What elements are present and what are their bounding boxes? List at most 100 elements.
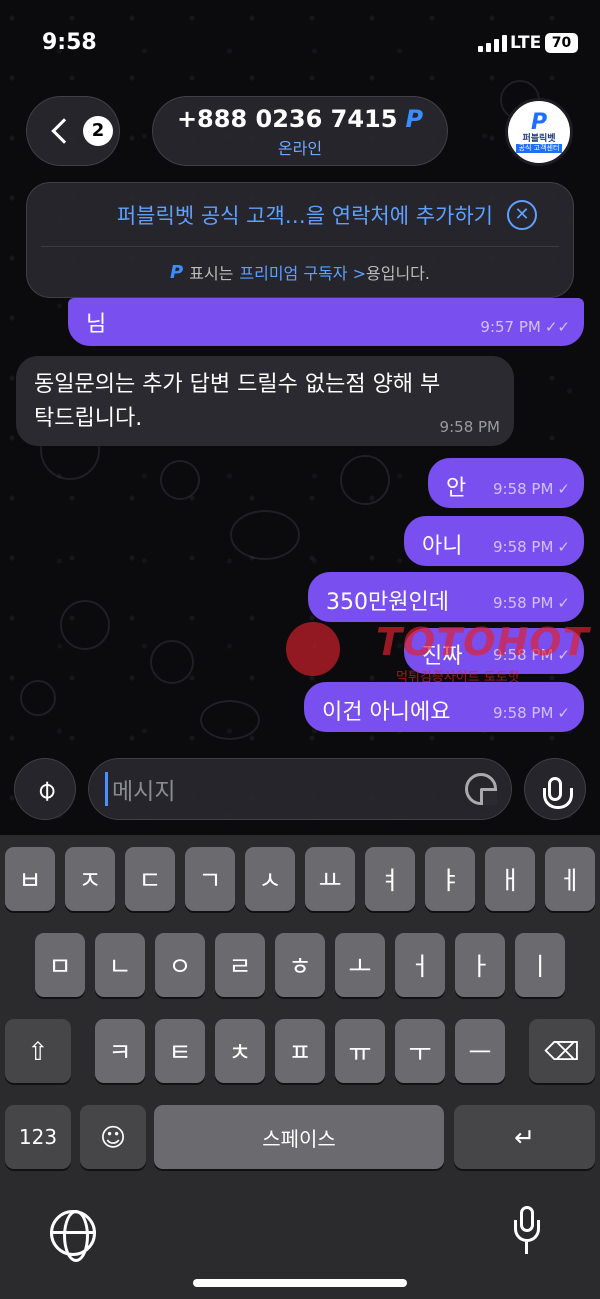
- key[interactable]: ㅅ: [245, 847, 295, 911]
- add-contact-banner: 퍼블릭벳 공식 고객…을 연락처에 추가하기 ✕ P 표시는 프리미엄 구독자 …: [26, 182, 574, 298]
- message-meta: 9:57 PM ✓✓: [480, 318, 570, 336]
- message-input[interactable]: 메시지: [88, 758, 512, 820]
- premium-note: P 표시는 프리미엄 구독자 > 용입니다.: [27, 247, 573, 297]
- key[interactable]: ㅇ: [155, 933, 205, 997]
- double-check-icon: ✓✓: [544, 318, 570, 336]
- message-time: 9:58 PM: [492, 538, 554, 556]
- dictation-microphone-icon[interactable]: [514, 1206, 540, 1258]
- message-text: 안: [446, 476, 467, 501]
- message-bubble[interactable]: 동일문의는 추가 답변 드릴수 없는점 양해 부 탁드립니다. 9:58 PM: [16, 356, 514, 446]
- check-icon: ✓: [557, 704, 570, 722]
- message-time: 9:58 PM: [492, 480, 554, 498]
- key[interactable]: ㅕ: [365, 847, 415, 911]
- message-time: 9:58 PM: [439, 418, 500, 436]
- delete-key[interactable]: ⌫: [529, 1019, 595, 1083]
- online-status: 온라인: [277, 139, 323, 158]
- return-key[interactable]: ↵: [454, 1105, 595, 1169]
- watermark-logo-icon: [286, 622, 340, 676]
- premium-badge-icon: P: [170, 261, 184, 283]
- numbers-key[interactable]: 123: [5, 1105, 71, 1169]
- key[interactable]: ㅈ: [65, 847, 115, 911]
- message-bubble[interactable]: 이건 아니에요 9:58 PM ✓: [304, 682, 584, 732]
- delete-icon: ⌫: [544, 1036, 580, 1066]
- key[interactable]: ㅠ: [335, 1019, 385, 1083]
- shift-key[interactable]: ⇧: [5, 1019, 71, 1083]
- check-icon: ✓: [557, 594, 570, 612]
- message-placeholder: 메시지: [112, 779, 176, 805]
- microphone-icon: [543, 777, 573, 809]
- message-time: 9:57 PM: [480, 318, 541, 336]
- emoji-key[interactable]: ☺: [80, 1105, 146, 1169]
- message-text: 동일문의는 추가 답변 드릴수 없는점 양해 부 탁드립니다.: [34, 368, 440, 436]
- globe-icon[interactable]: [50, 1210, 96, 1262]
- space-key[interactable]: 스페이스: [154, 1105, 444, 1169]
- add-contact-link[interactable]: 퍼블릭벳 공식 고객…을 연락처에 추가하기: [117, 200, 493, 230]
- key[interactable]: ㄴ: [95, 933, 145, 997]
- key[interactable]: ㅜ: [395, 1019, 445, 1083]
- chevron-left-icon: [51, 118, 77, 144]
- battery-icon: 70: [545, 33, 578, 53]
- key[interactable]: ㅗ: [335, 933, 385, 997]
- check-icon: ✓: [557, 480, 570, 498]
- key[interactable]: ㅎ: [275, 933, 325, 997]
- back-button[interactable]: 2: [26, 96, 120, 166]
- message-line: 탁드립니다.: [34, 406, 143, 431]
- key[interactable]: ㅛ: [305, 847, 355, 911]
- key[interactable]: ㅋ: [95, 1019, 145, 1083]
- paperclip-icon: ⌀: [27, 771, 63, 807]
- key[interactable]: ㅍ: [275, 1019, 325, 1083]
- sticker-icon[interactable]: [465, 773, 497, 805]
- status-bar: 9:58 LTE 70: [0, 0, 600, 88]
- close-icon[interactable]: ✕: [507, 199, 537, 230]
- network-type: LTE: [510, 33, 542, 53]
- message-text: 님: [86, 312, 107, 337]
- message-meta: 9:58 PM: [440, 418, 500, 436]
- key[interactable]: ㅂ: [5, 847, 55, 911]
- message-meta: 9:58 PM ✓: [493, 538, 570, 556]
- check-icon: ✓: [557, 538, 570, 556]
- home-indicator: [193, 1279, 407, 1287]
- premium-suffix: 용입니다.: [366, 264, 430, 283]
- unread-count-badge: 2: [83, 116, 113, 146]
- message-bubble[interactable]: 350만원인데 9:58 PM ✓: [308, 572, 584, 622]
- key[interactable]: ㄷ: [125, 847, 175, 911]
- message-bubble[interactable]: 안 9:58 PM ✓: [428, 458, 584, 508]
- attach-button[interactable]: ⌀: [14, 758, 76, 820]
- voice-message-button[interactable]: [524, 758, 586, 820]
- key[interactable]: ㅊ: [215, 1019, 265, 1083]
- return-icon: ↵: [514, 1122, 535, 1152]
- key[interactable]: ㄱ: [185, 847, 235, 911]
- key[interactable]: ㅌ: [155, 1019, 205, 1083]
- message-text: 아니: [422, 534, 463, 559]
- key[interactable]: ㅏ: [455, 933, 505, 997]
- chat-title[interactable]: +888 0236 7415 P 온라인: [152, 96, 448, 166]
- message-bubble[interactable]: 아니 9:58 PM ✓: [404, 516, 584, 566]
- key[interactable]: ㅐ: [485, 847, 535, 911]
- message-line: 동일문의는 추가 답변 드릴수 없는점 양해 부: [34, 372, 441, 397]
- key[interactable]: ㅣ: [515, 933, 565, 997]
- avatar-line1: 퍼블릭벳: [522, 133, 556, 144]
- shift-icon: ⇧: [27, 1036, 49, 1066]
- avatar[interactable]: P 퍼블릭벳 공식 고객센터: [505, 98, 573, 166]
- avatar-line2: 공식 고객센터: [515, 143, 563, 153]
- watermark: TOTOHOT 먹튀검증사이트 토토핫: [286, 618, 598, 686]
- message-text: 이건 아니에요: [322, 700, 451, 725]
- key[interactable]: ㄹ: [215, 933, 265, 997]
- contact-phone: +888 0236 7415: [176, 105, 398, 133]
- key[interactable]: ㅑ: [425, 847, 475, 911]
- message-time: 9:58 PM: [492, 594, 554, 612]
- watermark-sub: 먹튀검증사이트 토토핫: [396, 670, 520, 685]
- key[interactable]: ㅔ: [545, 847, 595, 911]
- message-time: 9:58 PM: [492, 704, 554, 722]
- message-bubble[interactable]: 님 9:57 PM ✓✓: [68, 298, 584, 346]
- message-text: 350만원인데: [326, 590, 449, 615]
- key[interactable]: ㅡ: [455, 1019, 505, 1083]
- key[interactable]: ㅓ: [395, 933, 445, 997]
- emoji-icon: ☺: [99, 1122, 127, 1152]
- key[interactable]: ㅁ: [35, 933, 85, 997]
- message-meta: 9:58 PM ✓: [493, 704, 570, 722]
- status-time: 9:58: [42, 30, 97, 55]
- message-meta: 9:58 PM ✓: [493, 480, 570, 498]
- avatar-logo: P: [530, 109, 548, 135]
- premium-link[interactable]: 프리미엄 구독자 >: [239, 260, 366, 284]
